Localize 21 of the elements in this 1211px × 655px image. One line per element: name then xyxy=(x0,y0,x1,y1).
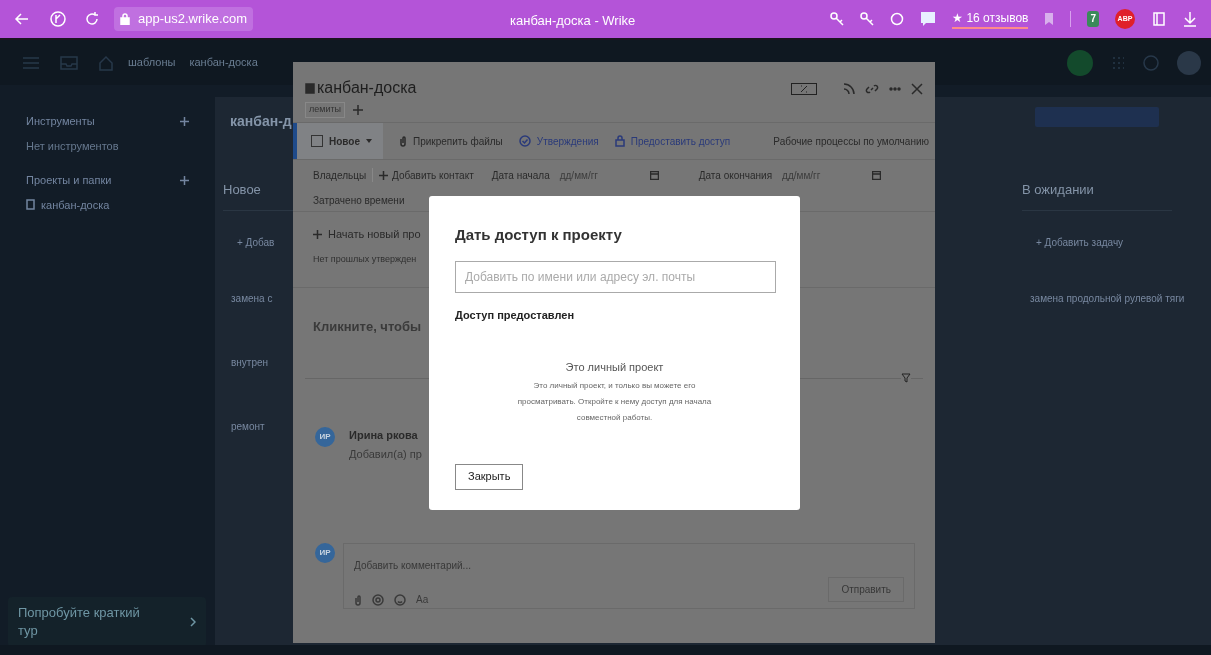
empty-title: Это личный проект xyxy=(564,360,665,375)
field-label: Владельцы xyxy=(313,168,367,183)
dialog-title: Дать доступ к проекту xyxy=(455,225,623,245)
empty-description: Это личный проект, и только вы можете его просматривать. Откройте к нему доступ для начала совместной работы. xyxy=(516,379,713,424)
author-name: Ирина ркова xyxy=(349,428,419,443)
section-title: Доступ предоставлен xyxy=(455,307,576,323)
field-label: Затрачено времени xyxy=(313,194,405,208)
field-label: Дата начала xyxy=(491,168,550,183)
page-title: канбан-доска - Wrike xyxy=(510,12,636,30)
approval-note: Нет прошлых утвержден xyxy=(313,252,418,266)
board-title: канбан-д xyxy=(230,113,292,129)
section-title: Инструменты xyxy=(26,114,95,129)
column-title: В ожидании xyxy=(1022,181,1095,199)
url-text: app-us2.wrike.com xyxy=(138,10,248,29)
avatar: ИР xyxy=(315,427,335,447)
section-title: Проекты и папки xyxy=(26,173,112,188)
empty-note: Нет инструментов xyxy=(26,138,120,154)
column-title: Новое xyxy=(223,181,262,199)
avatar: ИР xyxy=(315,543,335,563)
activity-text: Добавил(а) пр xyxy=(349,446,422,462)
field-label: Дата окончания xyxy=(698,168,773,183)
